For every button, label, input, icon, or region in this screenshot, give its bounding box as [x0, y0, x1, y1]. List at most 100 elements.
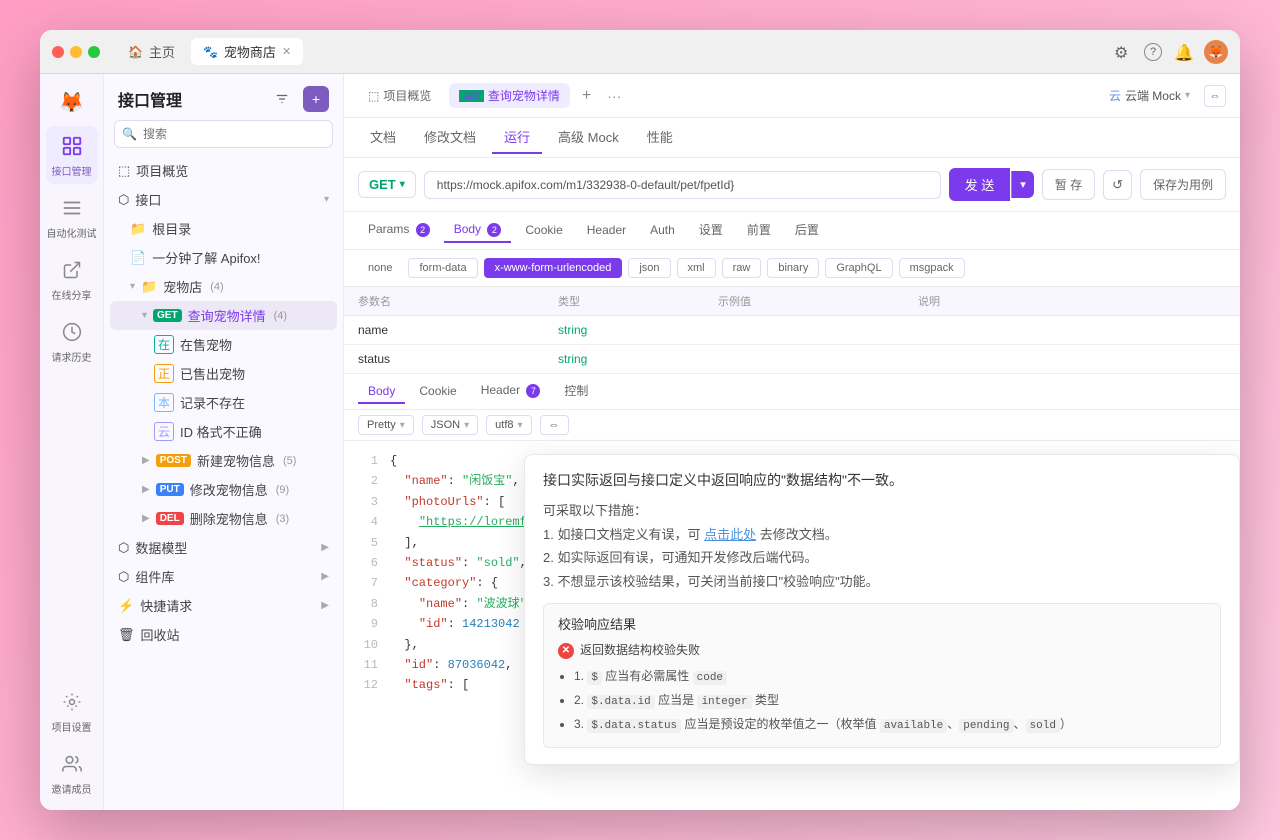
notexist-icon: 本: [154, 393, 174, 412]
validation-link[interactable]: 点击此处: [704, 527, 756, 542]
body-xml-btn[interactable]: xml: [677, 258, 716, 278]
resp-tab-cookie[interactable]: Cookie: [409, 380, 466, 404]
line-content-2: "name": "闲饭宝",: [390, 471, 520, 491]
body-none-btn[interactable]: none: [358, 259, 402, 277]
url-input[interactable]: [424, 171, 941, 199]
param-tab-post[interactable]: 后置: [785, 217, 829, 244]
resp-tab-control[interactable]: 控制: [554, 378, 598, 405]
tab-close-icon[interactable]: ✕: [282, 45, 291, 58]
nav-pet-sold[interactable]: 正 已售出宠物: [110, 359, 337, 388]
refresh-btn[interactable]: ↺: [1103, 170, 1132, 200]
json-select[interactable]: JSON ▾: [422, 415, 478, 435]
sub-tabs: 文档 修改文档 运行 高级 Mock 性能: [344, 118, 1240, 158]
nav-pet-notexist[interactable]: 本 记录不存在: [110, 388, 337, 417]
param-tab-cookie[interactable]: Cookie: [515, 219, 572, 243]
sidebar-item-interface[interactable]: 接口管理: [46, 126, 98, 184]
minimize-button[interactable]: [70, 46, 82, 58]
params-bar: Params 2 Body 2 Cookie Header Auth 设置: [344, 212, 1240, 250]
param-tab-auth[interactable]: Auth: [640, 219, 685, 243]
nav-pet-shop-dir[interactable]: ▾ 📁 宠物店 (4): [110, 272, 337, 301]
resp-tab-body[interactable]: Body: [358, 380, 405, 404]
nav-pet-onsale[interactable]: 在 在售宠物: [110, 330, 337, 359]
panel-collapse-btn[interactable]: ⇔: [1204, 85, 1226, 107]
search-input[interactable]: [114, 120, 333, 148]
nav-quick-req-label: 快捷请求: [140, 596, 192, 615]
body-type-bar: none form-data x-www-form-urlencoded jso…: [344, 250, 1240, 287]
nav-quick-req[interactable]: ⚡ 快捷请求 ▶: [110, 591, 337, 620]
nav-recycle[interactable]: 🗑 回收站: [110, 620, 337, 649]
param-tab-settings[interactable]: 设置: [689, 217, 733, 244]
add-api-btn[interactable]: +: [303, 86, 329, 112]
param-tab-params[interactable]: Params 2: [358, 218, 440, 243]
interface-icon: [58, 132, 86, 160]
body-urlencoded-btn[interactable]: x-www-form-urlencoded: [484, 258, 623, 278]
close-button[interactable]: [52, 46, 64, 58]
send-dropdown-btn[interactable]: ▾: [1011, 171, 1034, 198]
toolbar-more-btn[interactable]: ···: [603, 88, 625, 104]
tab-home[interactable]: 🏠 主页: [116, 38, 187, 65]
post-pet-chevron-icon: ▶: [142, 455, 150, 466]
nav-components[interactable]: ⬡ 组件库 ▶: [110, 562, 337, 591]
nav-get-pet[interactable]: ▾ GET 查询宠物详情 (4): [110, 301, 337, 330]
onsale-icon: 在: [154, 335, 174, 354]
nav-put-pet[interactable]: ▶ PUT 修改宠物信息 (9): [110, 475, 337, 504]
toolbar-tab-get-pet[interactable]: GET 查询宠物详情: [449, 83, 570, 108]
nav-pet-badformat[interactable]: 云 ID 格式不正确: [110, 417, 337, 446]
encoding-select[interactable]: utf8 ▾: [486, 415, 531, 435]
sidebar-item-automation[interactable]: 自动化测试: [46, 188, 98, 246]
nav-del-pet[interactable]: ▶ DEL 删除宠物信息 (3): [110, 504, 337, 533]
sub-tab-advanced-mock[interactable]: 高级 Mock: [546, 121, 631, 154]
sidebar-item-members[interactable]: 邀请成员: [46, 744, 98, 802]
automation-label: 自动化测试: [47, 225, 97, 240]
line-num-4: 4: [358, 512, 378, 532]
save-as-btn[interactable]: 保存为用例: [1140, 169, 1226, 200]
body-binary-btn[interactable]: binary: [767, 258, 819, 278]
sidebar-item-history[interactable]: 请求历史: [46, 312, 98, 370]
send-main-btn[interactable]: 发 送: [949, 168, 1011, 201]
nav-apifox-intro[interactable]: 📄 一分钟了解 Apifox!: [110, 243, 337, 272]
sub-tab-edit[interactable]: 修改文档: [412, 121, 488, 154]
nav-data-models[interactable]: ⬡ 数据模型 ▶: [110, 533, 337, 562]
notification-icon[interactable]: 🔔: [1174, 43, 1192, 61]
settings-icon[interactable]: ⚙: [1114, 43, 1132, 61]
body-raw-btn[interactable]: raw: [722, 258, 762, 278]
method-select[interactable]: GET ▾: [358, 171, 416, 198]
wrap-btn[interactable]: ⇔: [540, 415, 569, 435]
sidebar-item-share[interactable]: 在线分享: [46, 250, 98, 308]
nav-root-dir[interactable]: 📁 根目录: [110, 214, 337, 243]
validation-error-summary: ✕ 返回数据结构校验失败: [558, 641, 1206, 659]
resp-tab-header-label: Header: [481, 383, 520, 397]
sub-tab-perf[interactable]: 性能: [635, 121, 685, 154]
maximize-button[interactable]: [88, 46, 100, 58]
pretty-select[interactable]: Pretty ▾: [358, 415, 414, 435]
nav-interface[interactable]: ⬡ 接口 ▾: [110, 185, 337, 214]
validation-error-summary-text: 返回数据结构校验失败: [580, 641, 700, 658]
save-temp-btn[interactable]: 暂 存: [1042, 169, 1095, 200]
sub-tab-doc[interactable]: 文档: [358, 121, 408, 154]
param-tab-body[interactable]: Body 2: [444, 218, 512, 243]
param-tab-header[interactable]: Header: [577, 219, 636, 243]
get-badge: GET: [153, 309, 182, 322]
sidebar-item-project-settings[interactable]: 项目设置: [46, 682, 98, 740]
body-form-data-btn[interactable]: form-data: [408, 258, 477, 278]
sort-icon-btn[interactable]: [269, 86, 295, 112]
body-json-btn[interactable]: json: [628, 258, 670, 278]
body-msgpack-btn[interactable]: msgpack: [899, 258, 965, 278]
nav-post-pet[interactable]: ▶ POST 新建宠物信息 (5): [110, 446, 337, 475]
sub-tab-run[interactable]: 运行: [492, 121, 542, 154]
toolbar-tab-project-overview[interactable]: ⬚ 项目概览: [358, 83, 441, 108]
resp-tab-header[interactable]: Header 7: [471, 379, 551, 404]
nav-pet-notexist-label: 记录不存在: [180, 393, 245, 412]
tab-pet-shop[interactable]: 🐾 宠物商店 ✕: [191, 38, 303, 65]
cloud-mock-btn[interactable]: 云 云端 Mock ▾: [1103, 84, 1196, 107]
nav-project-overview[interactable]: ⬚ 项目概览: [110, 156, 337, 185]
param-row-name: name string: [344, 316, 1240, 345]
body-graphql-btn[interactable]: GraphQL: [825, 258, 892, 278]
param-tab-pre[interactable]: 前置: [737, 217, 781, 244]
badformat-icon: 云: [154, 422, 174, 441]
avatar[interactable]: 🦊: [1204, 40, 1228, 64]
line-num-6: 6: [358, 553, 378, 573]
line-num-5: 5: [358, 533, 378, 553]
toolbar-add-tab-btn[interactable]: +: [578, 87, 595, 105]
help-icon[interactable]: ?: [1144, 43, 1162, 61]
